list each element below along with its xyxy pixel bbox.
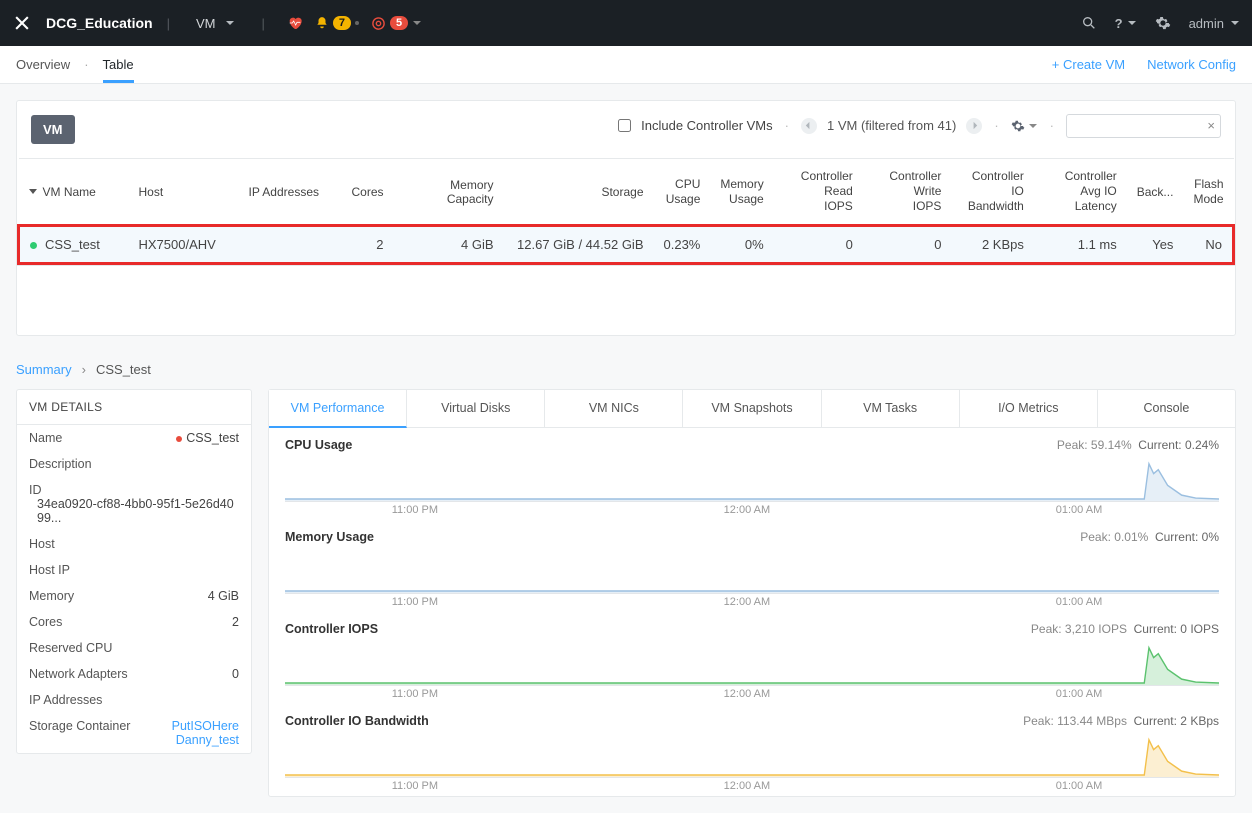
breadcrumb-current: CSS_test — [96, 362, 151, 377]
clear-search-icon[interactable]: × — [1207, 118, 1215, 133]
col-ip[interactable]: IP Addresses — [239, 159, 339, 226]
tab-table[interactable]: Table — [103, 47, 134, 82]
gear-icon — [1011, 119, 1025, 133]
col-flash[interactable]: FlashMode — [1183, 159, 1233, 226]
col-criops[interactable]: Controller ReadIOPS — [774, 159, 863, 226]
vm-table: VM Name Host IP Addresses Cores Memory C… — [17, 158, 1235, 265]
tab-overview[interactable]: Overview — [16, 47, 70, 82]
detail-row: Host — [17, 531, 251, 557]
pager-prev[interactable] — [801, 118, 817, 134]
detail-row: Host IP — [17, 557, 251, 583]
chart-block: Controller IOPSPeak: 3,210 IOPS Current:… — [269, 612, 1235, 704]
perf-tab[interactable]: Console — [1098, 390, 1235, 427]
table-settings[interactable] — [1011, 119, 1038, 133]
col-back[interactable]: Back... — [1127, 159, 1184, 226]
vm-performance-panel: VM PerformanceVirtual DisksVM NICsVM Sna… — [268, 389, 1236, 797]
search-icon[interactable] — [1081, 15, 1097, 31]
status-dot-icon — [30, 242, 37, 249]
sub-nav: Overview · Table Create VM Network Confi… — [0, 46, 1252, 84]
status-icons: 7 5 — [287, 15, 422, 31]
heart-icon[interactable] — [287, 15, 303, 31]
detail-row: Memory4 GiB — [17, 583, 251, 609]
logo-icon — [12, 13, 32, 33]
chevron-down-icon — [225, 18, 235, 28]
chevron-down-icon — [1127, 18, 1137, 28]
user-dropdown[interactable]: admin — [1189, 16, 1240, 31]
col-vmname[interactable]: VM Name — [19, 159, 129, 226]
perf-tab[interactable]: VM Performance — [269, 390, 407, 428]
breadcrumb-summary[interactable]: Summary — [16, 362, 72, 377]
alert-group[interactable]: 7 — [315, 16, 359, 30]
create-vm-button[interactable]: Create VM — [1052, 57, 1125, 72]
col-cores[interactable]: Cores — [339, 159, 394, 226]
chevron-down-icon — [1230, 18, 1240, 28]
vm-chip[interactable]: VM — [31, 115, 75, 144]
detail-row: ID34ea0920-cf88-4bb0-95f1-5e26d4099... — [17, 477, 251, 531]
sort-desc-icon — [29, 189, 37, 194]
breadcrumb: Summary › CSS_test — [0, 352, 1252, 377]
search-box: × — [1066, 114, 1221, 138]
col-mem[interactable]: Memory Capacity — [394, 159, 504, 226]
lifebuoy-icon — [371, 16, 386, 31]
perf-tab[interactable]: VM Tasks — [822, 390, 960, 427]
gear-icon[interactable] — [1155, 15, 1171, 31]
perf-tab[interactable]: VM Snapshots — [683, 390, 821, 427]
perf-tab[interactable]: Virtual Disks — [407, 390, 545, 427]
chevron-right-icon: › — [82, 362, 86, 377]
details-title: VM DETAILS — [17, 390, 251, 425]
bell-icon — [315, 16, 329, 30]
detail-row: Network Adapters0 — [17, 661, 251, 687]
table-empty-area — [17, 265, 1235, 335]
perf-tab[interactable]: VM NICs — [545, 390, 683, 427]
col-cbw[interactable]: Controller IOBandwidth — [951, 159, 1033, 226]
detail-row: Cores2 — [17, 609, 251, 635]
col-storage[interactable]: Storage — [504, 159, 654, 226]
chart-block: Controller IO BandwidthPeak: 113.44 MBps… — [269, 704, 1235, 796]
table-toolbar: Include Controller VMs · 1 VM (filtered … — [604, 114, 1235, 146]
include-cvm-label: Include Controller VMs — [641, 118, 773, 133]
col-clat[interactable]: Controller Avg IOLatency — [1034, 159, 1127, 226]
col-cpu[interactable]: CPUUsage — [654, 159, 711, 226]
include-cvm-checkbox[interactable] — [618, 119, 631, 132]
detail-row: IP Addresses — [17, 687, 251, 713]
detail-row: NameCSS_test — [17, 425, 251, 451]
table-row[interactable]: CSS_test HX7500/AHV 2 4 GiB 12.67 GiB / … — [19, 226, 1234, 264]
network-config-button[interactable]: Network Config — [1147, 57, 1236, 72]
top-nav: DCG_Education | VM | 7 5 ? — [0, 0, 1252, 46]
chart-block: Memory UsagePeak: 0.01% Current: 0%11:00… — [269, 520, 1235, 612]
col-cwiops[interactable]: Controller WriteIOPS — [863, 159, 952, 226]
perf-tab[interactable]: I/O Metrics — [960, 390, 1098, 427]
cluster-name[interactable]: DCG_Education — [46, 15, 153, 31]
help-dropdown[interactable]: ? — [1115, 16, 1137, 31]
vm-details-panel: VM DETAILS NameCSS_testDescriptionID34ea… — [16, 389, 252, 754]
detail-row: Storage ContainerPutISOHereDanny_test — [17, 713, 251, 753]
vm-table-panel: VM Include Controller VMs · 1 VM (filter… — [16, 100, 1236, 336]
context-dropdown[interactable]: VM — [184, 16, 248, 31]
pager-next[interactable] — [966, 118, 982, 134]
detail-row: Reserved CPU — [17, 635, 251, 661]
chevron-down-icon — [412, 18, 422, 28]
critical-group[interactable]: 5 — [371, 16, 422, 31]
detail-row: Description — [17, 451, 251, 477]
perf-tabs: VM PerformanceVirtual DisksVM NICsVM Sna… — [269, 390, 1235, 428]
col-memu[interactable]: MemoryUsage — [710, 159, 773, 226]
chevron-down-icon — [1028, 121, 1038, 131]
col-host[interactable]: Host — [129, 159, 239, 226]
chart-block: CPU UsagePeak: 59.14% Current: 0.24%11:0… — [269, 428, 1235, 520]
search-input[interactable] — [1066, 114, 1221, 138]
filter-text: 1 VM (filtered from 41) — [827, 118, 956, 133]
